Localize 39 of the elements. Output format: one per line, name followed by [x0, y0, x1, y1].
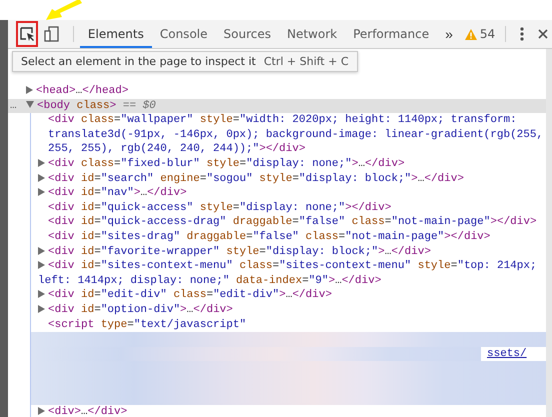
dom-node-row[interactable]: <div class="fixed-blur" style="display: none;">…</div>	[31, 156, 546, 172]
dom-node-row[interactable]: <div id="quick-access" style="display: none;"></div>	[31, 200, 546, 216]
tooltip-text: Select an element in the page to inspect it	[21, 55, 256, 68]
dom-node-row[interactable]: <div id="sites-drag" draggable="false" class="not-main-page"></div>	[31, 230, 546, 245]
inspect-cursor-icon	[18, 26, 35, 42]
dom-node-row[interactable]: <div id="edit-div" class="edit-div">…</div>	[31, 288, 546, 303]
shortcut-text: Ctrl + Shift + C	[264, 55, 349, 68]
right-triangle-icon[interactable]	[38, 246, 45, 255]
device-icon	[44, 26, 60, 42]
dom-node-row[interactable]: <div id="quick-access-drag" draggable="false" class="not-main-page"></div>	[31, 215, 546, 230]
dom-node-row[interactable]: <div>…</div>	[31, 405, 546, 417]
warning-icon	[464, 28, 477, 40]
panel-tab[interactable]: Network	[278, 20, 346, 48]
dom-node-row[interactable]: <div class="wallpaper" style="width: 2020px; height: 1140px; transform: translate3d(-91px, -146px, 0px); background-image: linear-gradient(rgb(255, 255, 255), rgb(240, 240, 244));"></div>	[31, 113, 546, 157]
pointer-arrow-icon	[46, 0, 82, 20]
right-triangle-icon[interactable]	[38, 261, 45, 270]
dom-node-row[interactable]: <div id="nav">…</div>	[31, 186, 546, 201]
panel-tab[interactable]: Elements	[80, 20, 152, 48]
right-triangle-icon[interactable]	[38, 188, 45, 196]
right-triangle-icon[interactable]	[38, 174, 45, 182]
inspect-element-button[interactable]	[16, 21, 38, 47]
right-triangle-icon[interactable]	[38, 407, 45, 416]
dom-node-row[interactable]: <div id="search" engine="sogou" style="display: block;">…</div>	[31, 172, 546, 186]
warnings-button[interactable]: 54	[460, 27, 500, 41]
right-triangle-icon[interactable]	[38, 305, 45, 313]
dom-node-row[interactable]: … <body class> == $0	[8, 98, 546, 114]
dom-node-row[interactable]: <div id="favorite-wrapper" style="display: block;">…</div>	[31, 244, 546, 260]
dom-node-row[interactable]: <div id="sites-context-menu" class="sites-context-menu" style="top: 214px; left: 1414px; display: none;" data-index="9">…</div>	[31, 259, 546, 288]
more-dots[interactable]: …	[10, 98, 17, 114]
link[interactable]: ssets/	[487, 346, 527, 362]
dom-node-row[interactable]: <div id="option-div">…</div>	[31, 302, 546, 318]
panel-tab[interactable]: Sources	[216, 20, 279, 48]
more-tabs-button[interactable]: »	[437, 26, 461, 42]
right-triangle-icon[interactable]	[38, 159, 45, 168]
dom-node-row[interactable]: <script type="text/javascript"	[31, 318, 546, 332]
panel-tab[interactable]: Console	[152, 20, 216, 48]
panel-tab[interactable]: Performance	[345, 20, 438, 48]
down-triangle-icon[interactable]	[26, 101, 34, 108]
right-triangle-icon[interactable]	[38, 290, 45, 298]
